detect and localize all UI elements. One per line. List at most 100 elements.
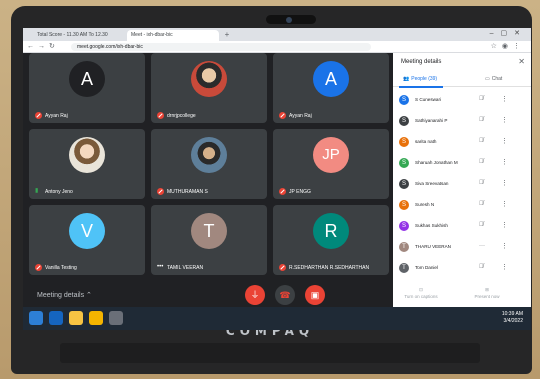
mic-off-icon — [35, 264, 42, 271]
panel-tabs: 👥 People (39) ▭ Chat — [393, 75, 531, 88]
system-clock[interactable]: 10:39 AM 3/4/2022 — [502, 311, 523, 325]
camera-off-button[interactable]: ▣ — [305, 285, 325, 305]
avatar — [191, 137, 227, 173]
more-icon[interactable]: ⋮ — [501, 158, 508, 166]
participant-name: sarita nath — [415, 139, 437, 144]
present-button[interactable]: ⊞ Present now — [469, 286, 505, 300]
tile-jp-engg[interactable]: JP JP ENGG — [273, 129, 389, 199]
avatar: S — [399, 115, 409, 126]
captions-icon: ⊡ — [419, 287, 423, 292]
participant-name: Ayyan Raj — [279, 112, 312, 119]
mic-off-icon: 🎙̸ — [479, 138, 484, 144]
participant-name: Sharuah Jonathan M — [415, 160, 458, 165]
start-icon[interactable] — [29, 311, 43, 325]
list-item[interactable]: S Siva Sreevatsan 🎙̸ ⋮ — [393, 173, 531, 194]
mic-off-icon: 🎙̸ — [479, 222, 484, 228]
list-item[interactable]: S S Cuneswari 🎙̸ ⋮ — [393, 89, 531, 110]
tile-antony-jeno[interactable]: ▮ Antony Jeno — [29, 129, 145, 199]
participant-name: R.SEDHARTHAN R.SEDHARTHAN — [279, 264, 369, 271]
mic-off-icon — [279, 112, 286, 119]
mic-off-icon — [157, 112, 164, 119]
folder-icon[interactable] — [69, 311, 83, 325]
panel-footer: ⊡ Turn on captions ⊞ Present now — [393, 283, 531, 307]
tile-vanilla-testing[interactable]: V Vanilla Testing — [29, 205, 145, 275]
more-icon[interactable]: ⋮ — [501, 179, 508, 187]
list-item[interactable]: T Tom Daniel 🎙̸ ⋮ — [393, 257, 531, 278]
meet-control-bar: Meeting details ⌃ ⏚ ☎ ▣ — [23, 283, 393, 307]
tile-ayyan-raj-2[interactable]: A Ayyan Raj — [273, 53, 389, 123]
tile-drnrjpcollege[interactable]: drnrjpcollege — [151, 53, 267, 123]
more-icon[interactable]: ⋮ — [501, 137, 508, 145]
new-tab-button[interactable]: + — [222, 30, 232, 40]
taskbar: 10:39 AM 3/4/2022 — [23, 307, 531, 330]
meeting-details-panel: Meeting details ✕ 👥 People (39) ▭ Chat S S … — [393, 53, 531, 305]
more-icon[interactable]: ⋮ — [501, 200, 508, 208]
tile-tamil-veeran[interactable]: T ••• TAMIL VEERAN — [151, 205, 267, 275]
photo-scene: COMPAQ Total Score - 11.30 AM To 12.30 M… — [0, 0, 540, 379]
participant-name: Sukhas Sukhish — [415, 223, 448, 228]
participant-name: JP ENGG — [279, 188, 311, 195]
mic-off-icon: 🎙̸ — [479, 180, 484, 186]
mic-off-icon: 🎙̸ — [479, 201, 484, 207]
chrome-icon[interactable] — [89, 311, 103, 325]
mic-off-icon: 🎙̸ — [479, 264, 484, 270]
browser-tab-1[interactable]: Total Score - 11.30 AM To 12.30 — [33, 30, 125, 41]
list-item[interactable]: Ssarita nath 🎙̸ ⋮ — [393, 131, 531, 152]
mic-off-icon — [279, 264, 286, 271]
avatar: S — [399, 220, 409, 231]
list-item[interactable]: S Sharuah Jonathan M 🎙̸ ⋮ — [393, 152, 531, 173]
mic-on-icon: ▮ — [35, 188, 39, 194]
people-icon: 👥 — [403, 76, 410, 82]
avatar: JP — [313, 137, 349, 173]
extension-icons[interactable]: ☆◉⋮ — [491, 42, 525, 50]
tile-r-sedharthan[interactable]: R R.SEDHARTHAN R.SEDHARTHAN — [273, 205, 389, 275]
list-item[interactable]: S Sukhas Sukhish 🎙̸ ⋮ — [393, 215, 531, 236]
more-icon[interactable]: ⋮ — [501, 221, 508, 229]
avatar: S — [399, 157, 409, 168]
nav-buttons[interactable]: ←→↻ — [27, 42, 59, 50]
browser-tab-2[interactable]: Meet - ixh-dbar-bic — [127, 30, 219, 41]
avatar: A — [313, 61, 349, 97]
mic-off-icon — [279, 188, 286, 195]
more-icon[interactable]: ⋮ — [501, 95, 508, 103]
app-icon[interactable] — [109, 311, 123, 325]
tab-chat[interactable]: ▭ Chat — [485, 76, 502, 82]
tab-people[interactable]: 👥 People (39) — [398, 76, 444, 88]
list-item[interactable]: T THARU VEERAN ··· ⋮ — [393, 236, 531, 257]
participant-name: Suresh N — [415, 202, 435, 207]
participant-name: Vanilla Testing — [35, 264, 77, 271]
captions-button[interactable]: ⊡ Turn on captions — [403, 286, 439, 300]
window-controls[interactable]: –▢✕ — [490, 29, 527, 37]
participant-name: ▮ Antony Jeno — [35, 188, 73, 195]
avatar: S — [399, 94, 409, 105]
mic-off-icon — [157, 188, 164, 195]
avatar: V — [69, 213, 105, 249]
participant-name: THARU VEERAN — [415, 244, 451, 249]
more-icon[interactable]: ⋮ — [501, 116, 508, 124]
more-icon[interactable]: ⋮ — [501, 263, 508, 271]
panel-title: Meeting details — [401, 59, 442, 65]
participant-name: Sathiyanarahi P — [415, 118, 448, 123]
video-grid: A Ayyan Raj drnrjpcollege A Ayyan Raj ▮ A… — [23, 53, 393, 283]
ie-icon[interactable] — [49, 311, 63, 325]
mic-off-icon: 🎙̸ — [479, 159, 484, 165]
tile-ayyan-raj-1[interactable]: A Ayyan Raj — [29, 53, 145, 123]
avatar: T — [191, 213, 227, 249]
avatar: S — [399, 199, 409, 210]
list-item[interactable]: S Suresh N 🎙̸ ⋮ — [393, 194, 531, 215]
participant-name: S Cuneswari — [415, 97, 442, 102]
participant-name: MUTHURAMAN S — [157, 188, 208, 195]
avatar: T — [399, 241, 409, 252]
tile-muthuraman-s[interactable]: MUTHURAMAN S — [151, 129, 267, 199]
end-call-button[interactable]: ☎ — [275, 285, 295, 305]
close-icon[interactable]: ✕ — [518, 57, 525, 66]
meeting-details-link[interactable]: Meeting details ⌃ — [37, 291, 92, 299]
url-field[interactable]: meet.google.com/ixh-dbar-bic — [71, 43, 371, 51]
more-icon[interactable]: ⋮ — [501, 242, 508, 250]
laptop-hinge — [60, 343, 480, 363]
participant-name: Ayyan Raj — [35, 112, 68, 119]
avatar — [191, 61, 227, 97]
avatar: S — [399, 136, 409, 147]
mic-off-button[interactable]: ⏚ — [245, 285, 265, 305]
list-item[interactable]: S Sathiyanarahi P 🎙̸ ⋮ — [393, 110, 531, 131]
